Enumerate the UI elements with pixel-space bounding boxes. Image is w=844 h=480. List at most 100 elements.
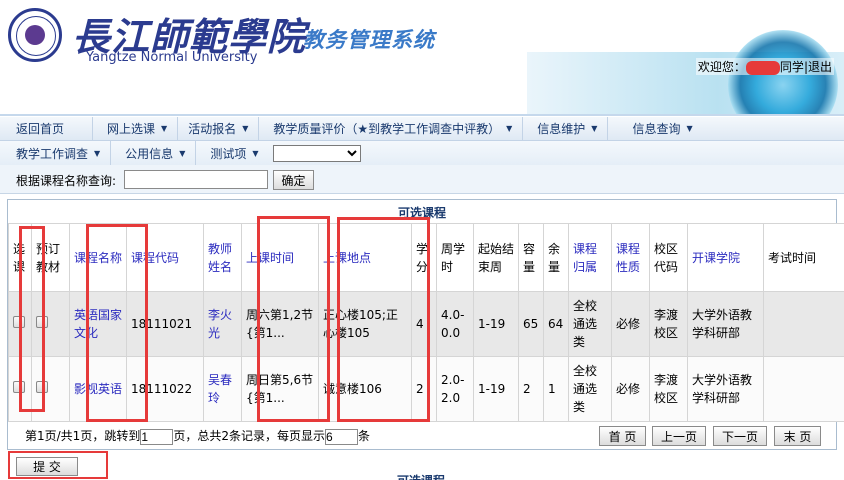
book-cell [31,291,70,357]
weekly-hours: 2.0-2.0 [436,356,474,422]
class-place: 正心楼105;正心楼105 [318,291,412,357]
search-confirm-button[interactable]: 确定 [273,170,314,190]
logo-english: Yangtze Normal University [86,50,258,65]
exam-time [763,291,844,357]
col-hours: 周学时 [436,223,474,292]
panel-title: 可选课程 [397,206,446,220]
chevron-down-icon: ▼ [179,148,186,158]
class-time: 周六第1,2节{第1... [241,291,319,357]
first-page-button[interactable]: 首 页 [599,426,646,446]
page-size-input[interactable] [324,428,358,445]
col-teacher[interactable]: 教师姓名 [203,223,242,292]
course-name-search-input[interactable] [124,170,268,189]
nav-teaching-survey[interactable]: 教学工作调查 ▼ [0,141,112,165]
col-belong[interactable]: 课程归属 [568,223,612,292]
nav-event-signup[interactable]: 活动报名 ▼ [178,116,260,141]
table-header-row: 选课 预订教材 课程名称 课程代码 教师姓名 上课时间 上课地点 学分 周学时 … [8,223,844,292]
system-title: 教务管理系统 [303,28,435,52]
campus: 李渡校区 [649,291,688,357]
col-campus: 校区代码 [649,223,688,292]
select-course-checkbox[interactable] [13,316,25,328]
header: 長江師範學院 Yangtze Normal University 教务管理系统 … [0,0,844,115]
remaining: 1 [543,356,569,422]
course-nature: 必修 [611,291,650,357]
secondary-nav: 教学工作调查 ▼ 公用信息 ▼ 测试项 ▼ [0,141,844,165]
nav-info-query[interactable]: 信息查询 ▼ [608,117,702,141]
pager-text-2: 页，总共2条记录，每页显示 [173,429,325,443]
nav-test-item[interactable]: 测试项 ▼ [196,141,268,165]
course-belong: 全校通选类 [568,356,612,422]
campus: 李渡校区 [649,356,688,422]
select-course-checkbox[interactable] [13,381,25,393]
col-exam: 考试时间 [763,223,844,292]
nav-info-maintenance[interactable]: 信息维护 ▼ [523,116,609,141]
chevron-down-icon: ▼ [242,124,249,133]
college: 大学外语教学科研部 [687,356,764,422]
col-capacity: 容量 [518,223,544,292]
nav-home[interactable]: 返回首页 [0,116,94,141]
select-cell [8,356,32,422]
course-nature: 必修 [611,356,650,422]
capacity: 65 [518,291,544,357]
main-nav: 返回首页 网上选课 ▼ 活动报名 ▼ 教学质量评价（★到教学工作调查中评教） ▼ 信息… [0,116,844,141]
second-panel-title: 可选课程 [397,472,445,480]
col-remaining: 余量 [543,223,569,292]
col-credit: 学分 [411,223,437,292]
chevron-down-icon: ▼ [94,148,101,158]
chevron-down-icon: ▼ [252,148,259,158]
search-label: 根据课程名称查询: [16,174,117,188]
col-nature[interactable]: 课程性质 [611,223,650,292]
nav-course-selection[interactable]: 网上选课 ▼ [93,116,179,141]
weeks: 1-19 [473,291,519,357]
course-name-link[interactable]: 影视英语 [69,356,127,422]
teacher-link[interactable]: 李火光 [203,291,242,357]
pager-text-1: 第1页/共1页，跳转到 [25,429,141,443]
credit: 4 [411,291,437,357]
col-select: 选课 [8,223,32,292]
course-belong: 全校通选类 [568,291,612,357]
class-place: 诚意楼106 [318,356,412,422]
teacher-link[interactable]: 吴春玲 [203,356,242,422]
welcome-suffix: 同学 [779,60,804,74]
university-seal-icon [8,8,62,62]
col-weeks: 起始结束周 [473,223,519,292]
table-row: 影视英语 18111022 吴春玲 周日第5,6节{第1... 诚意楼106 2… [8,356,844,422]
course-code: 18111022 [126,356,204,422]
chevron-down-icon: ▼ [506,124,513,133]
col-book: 预订教材 [31,223,70,292]
col-time[interactable]: 上课时间 [241,223,319,292]
capacity: 2 [518,356,544,422]
nav-teaching-evaluation[interactable]: 教学质量评价（★到教学工作调查中评教） ▼ [259,116,524,141]
course-code: 18111021 [126,291,204,357]
welcome-bar: 欢迎您： 同学|退出 [695,58,834,75]
col-course-code[interactable]: 课程代码 [126,223,204,292]
order-textbook-checkbox[interactable] [36,381,48,393]
logout-link[interactable]: 退出 [808,60,832,74]
pager-text-3: 条 [357,429,370,443]
highlight-submit: 提 交 [8,451,108,479]
prev-page-button[interactable]: 上一页 [652,426,706,446]
exam-time [763,356,844,422]
nav-public-info[interactable]: 公用信息 ▼ [111,141,197,165]
order-textbook-checkbox[interactable] [36,316,48,328]
weeks: 1-19 [473,356,519,422]
pager: 第1页/共1页，跳转到 页，总共2条记录，每页显示 条 [25,427,370,445]
select-cell [8,291,32,357]
last-page-button[interactable]: 末 页 [774,426,821,446]
col-course-name[interactable]: 课程名称 [69,223,127,292]
chevron-down-icon: ▼ [591,124,598,133]
page-jump-input[interactable] [140,428,174,445]
course-name-link[interactable]: 英语国家文化 [69,291,127,357]
welcome-prefix: 欢迎您： [697,60,746,74]
col-place[interactable]: 上课地点 [318,223,412,292]
next-page-button[interactable]: 下一页 [713,426,767,446]
book-cell [31,356,70,422]
chevron-down-icon: ▼ [161,124,168,133]
remaining: 64 [543,291,569,357]
weekly-hours: 4.0-0.0 [436,291,474,357]
search-bar: 根据课程名称查询: 确定 [0,165,844,194]
submit-button[interactable]: 提 交 [16,457,78,476]
col-college[interactable]: 开课学院 [687,223,764,292]
college: 大学外语教学科研部 [687,291,764,357]
nav-select[interactable] [272,144,361,162]
